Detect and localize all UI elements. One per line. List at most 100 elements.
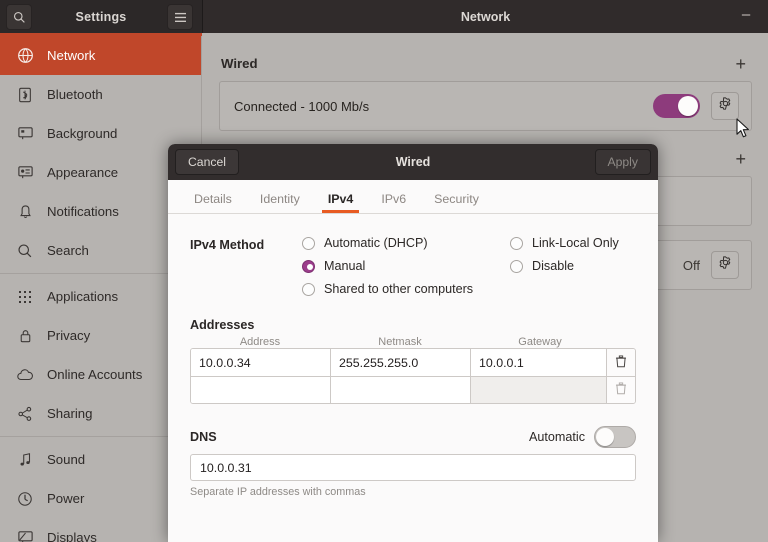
minimize-button[interactable]: – [738,7,754,22]
cancel-button[interactable]: Cancel [175,149,239,175]
gateway-input[interactable]: 10.0.0.1 [471,349,607,376]
wired-section-header: Wired + [219,36,752,81]
sidebar-item-label: Bluetooth [47,87,103,102]
gear-icon [718,255,733,275]
grid-dots-icon [14,286,36,308]
sidebar-item-label: Sound [47,452,86,467]
delete-address-button[interactable] [607,349,635,376]
wired-enable-toggle[interactable] [653,94,700,118]
radio-disable[interactable]: Disable [510,259,619,273]
dns-automatic-toggle[interactable] [594,426,636,448]
bell-icon [14,201,36,223]
sidebar-item-label: Online Accounts [47,367,143,382]
status-badge: Off [682,257,700,273]
apply-button[interactable]: Apply [594,149,651,175]
gateway-input-empty[interactable] [471,377,607,403]
address-input-empty[interactable] [191,377,331,403]
titlebar-right: Network – [202,0,768,33]
dialog-header: Cancel Wired Apply [168,144,658,180]
sidebar-item-label: Notifications [47,204,119,219]
sidebar-item-label: Appearance [47,165,119,180]
dns-automatic-label: Automatic [529,430,585,444]
tab-security[interactable]: Security [426,192,487,213]
share-nodes-icon [14,403,36,425]
addresses-label: Addresses [190,318,255,332]
music-note-icon [14,449,36,471]
method-column-left: Automatic (DHCP) Manual Shared to other … [302,236,510,296]
sidebar-item-network[interactable]: Network [0,36,201,75]
sidebar-item-label: Background [47,126,118,141]
dns-label: DNS [190,430,217,444]
ipv4-method-options: Automatic (DHCP) Manual Shared to other … [302,236,636,296]
addresses-table: 10.0.0.34 255.255.255.0 10.0.0.1 [190,348,636,404]
toggle-knob [678,96,698,116]
radio-label: Disable [532,259,574,273]
radio-label: Manual [324,259,366,273]
dns-header: DNS Automatic [190,426,636,448]
search-icon [14,240,36,262]
trash-icon [615,354,627,371]
method-column-right: Link-Local Only Disable [510,236,619,296]
display-icon [14,527,36,542]
titlebar-left: Settings [0,0,202,33]
add-connection-button-2[interactable]: + [731,150,750,168]
radio-icon [510,236,523,250]
radio-label: Shared to other computers [324,282,474,296]
table-row: 10.0.0.34 255.255.255.0 10.0.0.1 [191,349,635,376]
hamburger-menu-icon[interactable] [167,4,193,30]
radio-label: Link-Local Only [532,236,619,250]
wired-controls [653,92,739,120]
trash-icon [615,382,627,398]
gear-icon [718,96,733,116]
sidebar-item-label: Privacy [47,328,91,343]
sidebar-item-label: Network [47,48,96,63]
tab-details[interactable]: Details [186,192,240,213]
globe-icon [14,45,36,67]
ipv4-panel: IPv4 Method Automatic (DHCP) Manual Shar… [168,214,658,498]
bluetooth-icon [14,84,36,106]
sidebar-item-label: Search [47,243,89,258]
addresses-column-headers: Address Netmask Gateway [190,336,636,348]
radio-shared[interactable]: Shared to other computers [302,282,510,296]
wired-connection-row: Connected - 1000 Mb/s [219,81,752,131]
search-icon[interactable] [6,4,32,30]
netmask-input-empty[interactable] [331,377,471,403]
column-header-gateway: Gateway [518,336,562,348]
sidebar-item-bluetooth[interactable]: Bluetooth [0,75,201,114]
wired-section-title: Wired [221,56,258,71]
add-wired-connection-button[interactable]: + [731,55,750,73]
wired-status-label: Connected - 1000 Mb/s [234,98,370,114]
dns-servers-input[interactable]: 10.0.0.31 [190,454,636,481]
radio-automatic-dhcp[interactable]: Automatic (DHCP) [302,236,510,250]
sidebar-item-label: Sharing [47,406,93,421]
address-input[interactable]: 10.0.0.34 [191,349,331,376]
titlebar: Settings Network – [0,0,768,33]
appearance-icon [14,162,36,184]
radio-icon [510,259,523,273]
radio-manual[interactable]: Manual [302,259,510,273]
dialog-title: Wired [395,155,431,169]
third-controls: Off [683,251,739,279]
wallpaper-icon [14,123,36,145]
table-row [191,376,635,403]
lock-icon [14,325,36,347]
tab-ipv6[interactable]: IPv6 [373,192,414,213]
toggle-knob [596,428,614,446]
netmask-input[interactable]: 255.255.255.0 [331,349,471,376]
power-icon [14,488,36,510]
radio-link-local-only[interactable]: Link-Local Only [510,236,619,250]
sidebar-item-label: Applications [47,289,119,304]
delete-address-button-disabled [607,377,635,403]
dialog-tabs: Details Identity IPv4 IPv6 Security [168,180,658,214]
sidebar-item-label: Power [47,491,85,506]
radio-icon-selected [302,259,315,273]
third-settings-button[interactable] [711,251,739,279]
settings-window: Settings Network – Network Bluetooth Bac… [0,0,768,542]
tab-ipv4[interactable]: IPv4 [320,192,362,213]
wired-settings-button[interactable] [711,92,739,120]
column-header-address: Address [239,336,281,348]
tab-identity[interactable]: Identity [252,192,308,213]
sidebar-item-label: Displays [47,530,97,542]
window-title: Network [460,9,511,24]
ipv4-method-label: IPv4 Method [190,238,265,252]
